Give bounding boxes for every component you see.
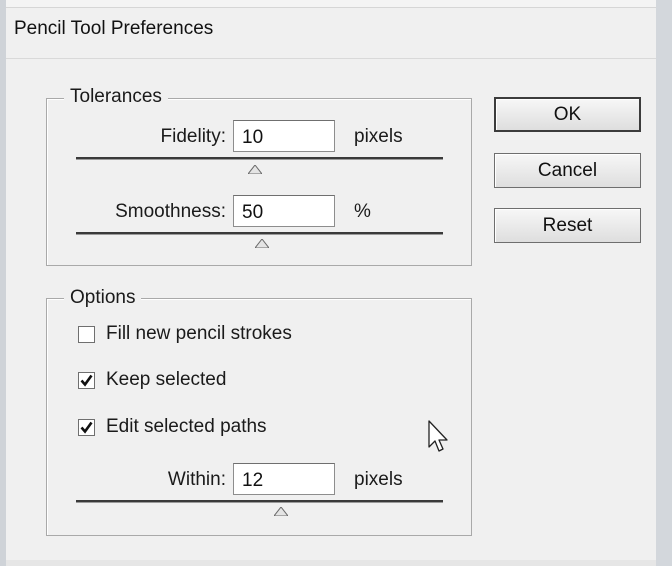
fill-new-strokes-option[interactable]: Fill new pencil strokes	[78, 323, 378, 347]
within-unit: pixels	[354, 469, 403, 490]
fill-new-strokes-checkbox[interactable]	[78, 326, 95, 343]
keep-selected-option[interactable]: Keep selected	[78, 369, 378, 393]
mouse-pointer-icon	[428, 420, 448, 452]
checkmark-icon	[80, 421, 93, 434]
title-separator	[6, 58, 656, 59]
within-slider-thumb[interactable]	[274, 507, 288, 516]
edit-selected-paths-option[interactable]: Edit selected paths	[78, 416, 378, 440]
cancel-button[interactable]: Cancel	[494, 153, 641, 188]
within-input[interactable]	[233, 463, 335, 495]
reset-button[interactable]: Reset	[494, 208, 641, 243]
options-legend: Options	[64, 287, 142, 309]
fidelity-slider-track[interactable]	[76, 157, 443, 160]
fill-new-strokes-label: Fill new pencil strokes	[106, 323, 292, 344]
smoothness-unit: %	[354, 201, 371, 222]
smoothness-input[interactable]	[233, 195, 335, 227]
fidelity-unit: pixels	[354, 126, 403, 147]
edit-selected-paths-label: Edit selected paths	[106, 416, 267, 437]
smoothness-slider-thumb[interactable]	[255, 239, 269, 248]
smoothness-slider-track[interactable]	[76, 232, 443, 235]
keep-selected-checkbox[interactable]	[78, 372, 95, 389]
ok-button[interactable]: OK	[494, 97, 641, 132]
fidelity-slider-thumb[interactable]	[248, 165, 262, 174]
window-frame-top	[0, 0, 672, 8]
fidelity-label: Fidelity:	[160, 126, 226, 147]
dialog-title: Pencil Tool Preferences	[14, 18, 214, 39]
within-slider-track[interactable]	[76, 500, 443, 503]
within-label: Within:	[167, 469, 226, 490]
keep-selected-label: Keep selected	[106, 369, 227, 390]
checkmark-icon	[80, 374, 93, 387]
tolerances-legend: Tolerances	[64, 86, 168, 108]
edit-selected-paths-checkbox[interactable]	[78, 419, 95, 436]
smoothness-label: Smoothness:	[115, 201, 226, 222]
fidelity-input[interactable]	[233, 120, 335, 152]
window-frame-right	[656, 0, 672, 566]
